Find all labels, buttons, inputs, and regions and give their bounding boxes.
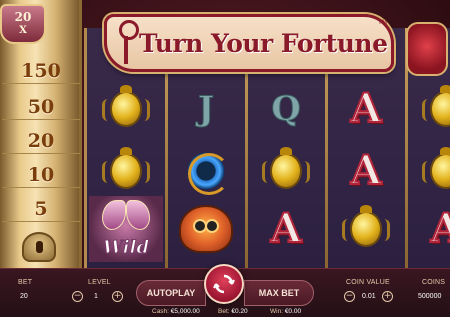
- letter-a: A: [429, 205, 450, 252]
- win-value: €0.00: [284, 308, 302, 315]
- coin-value-increase-button[interactable]: +: [382, 291, 393, 302]
- letter-a-symbol: A: [249, 200, 323, 258]
- status-bet-value: €0.20: [231, 308, 248, 315]
- letter-a-symbol: A: [329, 80, 403, 138]
- game-title: Turn Your Fortune: [139, 28, 388, 58]
- win-status: Win: €0.00: [270, 308, 301, 315]
- multiplier-badge-value: 20: [14, 10, 32, 24]
- bet-label: BET: [18, 279, 33, 286]
- game-logo: Turn Your Fortune TM: [104, 14, 394, 72]
- bet-value: 20: [20, 293, 28, 300]
- letter-a-symbol: A: [329, 142, 403, 200]
- spin-button[interactable]: [204, 264, 244, 304]
- heart-symbol: [406, 22, 448, 76]
- multiplier-badge-x: X: [19, 25, 27, 36]
- letter-a: A: [269, 205, 302, 252]
- coin-value-decrease-button[interactable]: −: [344, 291, 355, 302]
- owl-symbol: [169, 200, 243, 258]
- scarab-symbol: [249, 142, 323, 200]
- level-label: LEVEL: [88, 279, 111, 286]
- letter-q-symbol: Q: [249, 80, 323, 138]
- scarab-symbol: [89, 80, 163, 138]
- level-increase-button[interactable]: +: [112, 291, 123, 302]
- coins-value: 500000: [418, 293, 442, 300]
- status-bet-label: Bet:: [218, 308, 230, 315]
- owl-icon: [179, 205, 233, 253]
- snake-icon: [184, 149, 230, 195]
- drum-row: 50: [2, 94, 80, 120]
- level-decrease-button[interactable]: −: [72, 291, 83, 302]
- coins-label: COINS: [422, 279, 446, 286]
- trademark: TM: [378, 19, 387, 26]
- cash-label: Cash:: [152, 308, 169, 315]
- multiplier-badge: 20 X: [0, 4, 46, 44]
- butterfly-icon: [102, 200, 150, 230]
- slot-game: 150 50 20 10 5 20 X Wild J Q A A A A Tur…: [0, 0, 450, 317]
- scarab-symbol: [89, 142, 163, 200]
- snake-symbol: [169, 142, 243, 200]
- letter-q: Q: [271, 89, 302, 129]
- win-label: Win:: [270, 308, 283, 315]
- coin-value-label: COIN VALUE: [346, 279, 390, 286]
- scarab-symbol: [329, 200, 403, 258]
- bet-status: Bet: €0.20: [218, 308, 248, 315]
- letter-a: A: [349, 85, 382, 132]
- letter-a: A: [349, 147, 382, 194]
- level-value: 1: [94, 293, 98, 300]
- drum-row: 5: [2, 196, 80, 222]
- wild-label: Wild: [102, 237, 150, 259]
- refresh-icon: [213, 274, 235, 294]
- letter-j-symbol: J: [169, 80, 243, 138]
- cash-status: Cash: €5,000.00: [152, 308, 200, 315]
- scarab-symbol: [409, 80, 450, 138]
- drum-row: 20: [2, 128, 80, 154]
- keyhole-icon: [22, 232, 56, 262]
- max-bet-button[interactable]: MAX BET: [244, 280, 314, 306]
- wild-symbol: Wild: [89, 196, 163, 262]
- autoplay-button[interactable]: AUTOPLAY: [136, 280, 206, 306]
- letter-j: J: [197, 89, 215, 129]
- coin-value: 0.01: [362, 293, 376, 300]
- key-icon: [115, 20, 139, 66]
- letter-a-symbol: A: [409, 200, 450, 258]
- cash-value: €5,000.00: [170, 308, 200, 315]
- drum-row: 150: [2, 58, 80, 84]
- drum-row: 10: [2, 162, 80, 188]
- scarab-symbol: [409, 142, 450, 200]
